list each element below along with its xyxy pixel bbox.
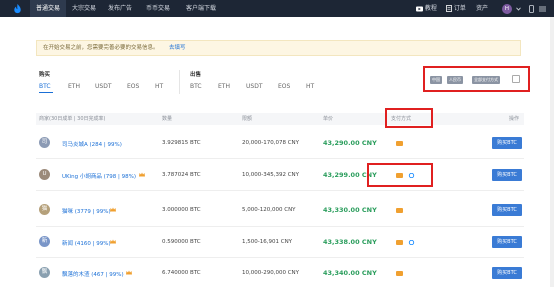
merchant-name[interactable]: 新闻 (4160 | 99%) bbox=[62, 239, 111, 247]
merchant-avatar[interactable]: 飘 bbox=[39, 267, 50, 278]
orders-label: 订单 bbox=[453, 5, 466, 12]
th-limit: 限额 bbox=[242, 116, 253, 122]
limit: 1,500-16,901 CNY bbox=[242, 239, 293, 245]
payment-row-highlight bbox=[367, 163, 433, 187]
sell-coin-ht[interactable]: HT bbox=[306, 83, 314, 90]
menu-icon[interactable] bbox=[539, 6, 546, 12]
alipay-icon bbox=[408, 240, 415, 245]
th-merchant: 商家(30日成单 | 30日完成率) bbox=[39, 116, 106, 122]
crown-icon bbox=[139, 172, 145, 177]
crown-icon bbox=[110, 207, 116, 212]
row-divider bbox=[36, 257, 524, 258]
crown-icon bbox=[126, 270, 132, 275]
limit: 5,000-120,000 CNY bbox=[242, 207, 296, 213]
buy-button[interactable]: 购买BTC bbox=[492, 236, 522, 248]
sell-coin-usdt[interactable]: USDT bbox=[246, 83, 263, 90]
buy-coin-ht[interactable]: HT bbox=[155, 83, 163, 90]
limit: 10,000-290,000 CNY bbox=[242, 270, 300, 276]
nav-block-trade[interactable]: 大宗交易 bbox=[66, 0, 102, 17]
buy-label: 购买 bbox=[39, 72, 51, 78]
huobi-logo-icon[interactable] bbox=[12, 3, 23, 14]
th-action: 操作 bbox=[509, 116, 520, 122]
buy-button[interactable]: 购买BTC bbox=[492, 204, 522, 216]
orders-link[interactable]: 订单 bbox=[446, 0, 466, 17]
price: 43,340.00 CNY bbox=[323, 269, 377, 277]
merchant-name[interactable]: 飘落的木渣 (467 | 99%) bbox=[62, 270, 124, 278]
buy-sell-divider bbox=[179, 70, 180, 94]
sell-coin-eos[interactable]: EOS bbox=[278, 83, 290, 90]
crown-icon bbox=[110, 239, 116, 244]
buy-coin-usdt[interactable]: USDT bbox=[95, 83, 112, 90]
phone-icon[interactable] bbox=[529, 5, 534, 13]
merchant-name[interactable]: 司马炎城A (284 | 99%) bbox=[62, 140, 122, 148]
chevron-down-icon[interactable] bbox=[516, 7, 521, 11]
limit: 20,000-170,078 CNY bbox=[242, 140, 300, 146]
assets-link[interactable]: 资产 bbox=[476, 0, 488, 17]
amount: 6.740000 BTC bbox=[162, 270, 201, 276]
tutorial-link[interactable]: 教程 bbox=[416, 0, 437, 17]
tutorial-label: 教程 bbox=[424, 5, 437, 12]
merchant-avatar[interactable]: U bbox=[39, 169, 50, 180]
price: 43,330.00 CNY bbox=[323, 206, 377, 214]
top-nav: 普通交易 大宗交易 发布广告 币币交易 客户端下载 教程 订单 资产 H bbox=[0, 0, 554, 17]
order-icon bbox=[446, 5, 452, 12]
notice-text: 在开始交易之前，您需要完善必要的交易信息。 bbox=[43, 45, 159, 51]
page-scrollbar[interactable] bbox=[550, 17, 554, 287]
merchant-avatar[interactable]: 新 bbox=[39, 236, 50, 247]
bank-card-icon bbox=[396, 208, 403, 213]
video-icon bbox=[416, 6, 423, 11]
buy-button[interactable]: 购买BTC bbox=[492, 267, 522, 279]
amount: 0.590000 BTC bbox=[162, 239, 201, 245]
merchant-avatar[interactable]: 猫 bbox=[39, 204, 50, 215]
notice-bar: 在开始交易之前，您需要完善必要的交易信息。 去填写 bbox=[36, 40, 521, 56]
nav-normal-trade[interactable]: 普通交易 bbox=[30, 0, 67, 17]
price: 43,338.00 CNY bbox=[323, 238, 377, 246]
payment-header-highlight bbox=[385, 108, 433, 128]
amount: 3.000000 BTC bbox=[162, 207, 201, 213]
buy-button[interactable]: 购买BTC bbox=[492, 137, 522, 149]
th-amount: 数量 bbox=[162, 116, 173, 122]
sell-coin-btc[interactable]: BTC bbox=[190, 83, 202, 90]
amount: 3.929815 BTC bbox=[162, 140, 201, 146]
bank-card-icon bbox=[396, 240, 403, 245]
row-divider bbox=[36, 190, 524, 191]
price: 43,290.00 CNY bbox=[323, 139, 377, 147]
bank-card-icon bbox=[396, 271, 403, 276]
merchant-name[interactable]: 猫咪 (3779 | 99%) bbox=[62, 207, 111, 215]
bank-card-icon bbox=[396, 141, 403, 146]
buy-coin-btc[interactable]: BTC bbox=[39, 83, 51, 90]
merchant-name[interactable]: UKing 小胡商品 (798 | 98%) bbox=[62, 172, 136, 180]
row-divider bbox=[36, 158, 524, 159]
user-avatar[interactable]: H bbox=[502, 4, 512, 14]
row-divider bbox=[36, 226, 524, 227]
notice-link[interactable]: 去填写 bbox=[169, 41, 186, 56]
filter-currency[interactable]: 人民币 bbox=[447, 76, 463, 84]
nav-post-ad[interactable]: 发布广告 bbox=[102, 0, 138, 17]
buy-button[interactable]: 购买BTC bbox=[492, 169, 522, 181]
refresh-icon[interactable] bbox=[512, 75, 520, 83]
sell-label: 出售 bbox=[190, 72, 202, 78]
buy-coin-eos[interactable]: EOS bbox=[127, 83, 139, 90]
nav-client-download[interactable]: 客户端下载 bbox=[180, 0, 222, 17]
th-price: 单价 bbox=[323, 116, 334, 122]
buy-active-underline bbox=[39, 92, 53, 93]
merchant-avatar[interactable]: 司 bbox=[39, 137, 50, 148]
amount: 3.787024 BTC bbox=[162, 172, 201, 178]
table-header bbox=[36, 113, 524, 125]
sell-coin-eth[interactable]: ETH bbox=[218, 83, 230, 90]
filter-payment[interactable]: 全部支付方式 bbox=[472, 76, 500, 84]
limit: 10,000-345,392 CNY bbox=[242, 172, 300, 178]
nav-coin-trade[interactable]: 币币交易 bbox=[140, 0, 176, 17]
buy-coin-eth[interactable]: ETH bbox=[68, 83, 80, 90]
filter-country[interactable]: 中国 bbox=[430, 76, 442, 84]
